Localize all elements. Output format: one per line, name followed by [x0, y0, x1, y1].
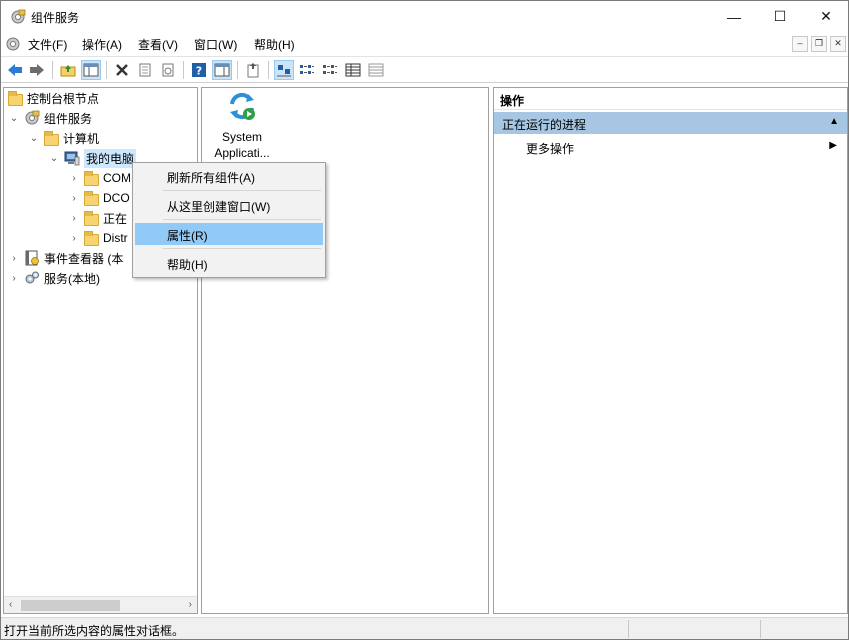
folder-icon — [84, 170, 99, 186]
toolbar: ? — [1, 56, 848, 83]
status-text: 打开当前所选内容的属性对话框。 — [4, 624, 185, 638]
up-folder-icon[interactable] — [58, 60, 78, 80]
menu-window[interactable]: 窗口(W) — [194, 36, 237, 53]
title-bar: 组件服务 — ☐ ✕ — [1, 1, 848, 32]
list-view-icon[interactable] — [320, 60, 340, 80]
toolbar-separator — [183, 61, 184, 79]
more-actions-link[interactable]: 更多操作 — [526, 140, 574, 157]
component-services-icon — [25, 110, 40, 125]
chevron-right-icon[interactable]: › — [68, 213, 80, 224]
tree-item-distributed[interactable]: › Distr — [68, 228, 128, 248]
context-new-window-from-here[interactable]: 从这里创建窗口(W) — [135, 194, 323, 216]
show-hide-tree-icon[interactable] — [81, 60, 101, 80]
chevron-right-icon[interactable]: › — [68, 173, 80, 184]
chevron-down-icon[interactable]: ⌄ — [28, 133, 40, 144]
context-refresh-all-components[interactable]: 刷新所有组件(A) — [135, 165, 323, 187]
svg-text:?: ? — [196, 65, 202, 78]
help-icon[interactable]: ? — [189, 60, 209, 80]
tree-horizontal-scrollbar[interactable]: ‹ › — [4, 596, 197, 613]
app-window: 组件服务 — ☐ ✕ 文件(F) 操作(A) 查看(V) 窗口(W) 帮助(H)… — [0, 0, 849, 640]
tree-item-my-computer[interactable]: ⌄ 我的电脑 — [48, 148, 137, 168]
toolbar-separator — [52, 61, 53, 79]
mdi-minimize-button[interactable]: – — [792, 36, 808, 52]
item-label-line2: Applicati... — [214, 146, 270, 160]
small-icons-view-icon[interactable] — [297, 60, 317, 80]
scrollbar-thumb[interactable] — [21, 600, 120, 611]
refresh-icon[interactable] — [158, 60, 178, 80]
chevron-right-icon[interactable]: › — [8, 273, 20, 284]
mdi-restore-button[interactable]: ❐ — [811, 36, 827, 52]
submenu-arrow-icon[interactable]: ▶ — [829, 140, 837, 151]
chevron-down-icon[interactable]: ⌄ — [48, 153, 60, 164]
mdi-close-button[interactable]: ✕ — [830, 36, 846, 52]
scroll-left-icon[interactable]: ‹ — [9, 599, 12, 610]
scroll-right-icon[interactable]: › — [189, 599, 192, 610]
status-divider — [628, 620, 629, 638]
menu-help[interactable]: 帮助(H) — [254, 36, 295, 53]
services-gear-icon — [25, 271, 39, 284]
event-viewer-icon — [25, 250, 39, 266]
component-services-icon — [11, 9, 26, 24]
show-action-pane-icon[interactable] — [212, 60, 232, 80]
menu-action[interactable]: 操作(A) — [82, 36, 122, 53]
folder-icon — [8, 90, 23, 106]
back-icon[interactable] — [5, 60, 25, 80]
properties-icon[interactable] — [135, 60, 155, 80]
context-properties[interactable]: 属性(R) — [135, 223, 323, 245]
menu-file[interactable]: 文件(F) — [28, 36, 67, 53]
toolbar-separator — [268, 61, 269, 79]
close-button[interactable]: ✕ — [803, 1, 849, 32]
folder-icon — [84, 190, 99, 206]
context-separator — [163, 248, 321, 249]
context-separator — [163, 219, 321, 220]
minimize-button[interactable]: — — [711, 1, 757, 32]
actions-section-label: 正在运行的进程 — [502, 118, 587, 132]
context-separator — [163, 190, 321, 191]
context-menu: 刷新所有组件(A) 从这里创建窗口(W) 属性(R) 帮助(H) — [132, 162, 326, 278]
tree-item-services[interactable]: › 服务(本地) — [8, 268, 100, 288]
window-title: 组件服务 — [31, 11, 80, 25]
tree-item-console-root[interactable]: 控制台根节点 — [8, 88, 99, 108]
application-process-icon — [230, 92, 255, 120]
folder-icon — [84, 230, 99, 246]
maximize-button[interactable]: ☐ — [757, 1, 803, 32]
actions-pane: 操作 正在运行的进程 ▲ 更多操作 ▶ — [493, 87, 848, 614]
actions-header: 操作 — [494, 88, 847, 110]
tree-item-computers[interactable]: ⌄ 计算机 — [28, 128, 99, 148]
status-view-icon[interactable] — [366, 60, 386, 80]
folder-icon — [84, 210, 99, 226]
tree-item-dcom[interactable]: › DCO — [68, 188, 130, 208]
large-icons-view-icon[interactable] — [274, 60, 294, 80]
export-icon[interactable] — [243, 60, 263, 80]
chevron-right-icon[interactable]: › — [8, 253, 20, 264]
folder-icon — [44, 130, 59, 146]
tree-item-component-services[interactable]: ⌄ 组件服务 — [8, 108, 92, 128]
forward-icon[interactable] — [27, 60, 47, 80]
menu-bar: 文件(F) 操作(A) 查看(V) 窗口(W) 帮助(H) – ❐ ✕ — [1, 32, 848, 56]
tree-item-event-viewer[interactable]: › 事件查看器 (本 — [8, 248, 123, 268]
details-view-icon[interactable] — [343, 60, 363, 80]
status-bar: 打开当前所选内容的属性对话框。 — [1, 617, 848, 639]
chevron-right-icon[interactable]: › — [68, 233, 80, 244]
status-divider — [760, 620, 761, 638]
tree-item-com[interactable]: › COM — [68, 168, 131, 188]
computer-icon — [64, 151, 80, 166]
delete-icon[interactable] — [112, 60, 132, 80]
chevron-right-icon[interactable]: › — [68, 193, 80, 204]
collapse-up-icon[interactable]: ▲ — [829, 116, 839, 127]
toolbar-separator — [106, 61, 107, 79]
context-help[interactable]: 帮助(H) — [135, 252, 323, 274]
system-application-item[interactable]: System Applicati... — [210, 90, 274, 161]
actions-section-running-processes[interactable]: 正在运行的进程 ▲ — [494, 112, 847, 134]
chevron-down-icon[interactable]: ⌄ — [8, 113, 20, 124]
system-menu-icon[interactable] — [5, 36, 21, 52]
tree-item-running-processes[interactable]: › 正在 — [68, 208, 127, 228]
item-label-line1: System — [221, 130, 262, 144]
toolbar-separator — [237, 61, 238, 79]
menu-view[interactable]: 查看(V) — [138, 36, 178, 53]
